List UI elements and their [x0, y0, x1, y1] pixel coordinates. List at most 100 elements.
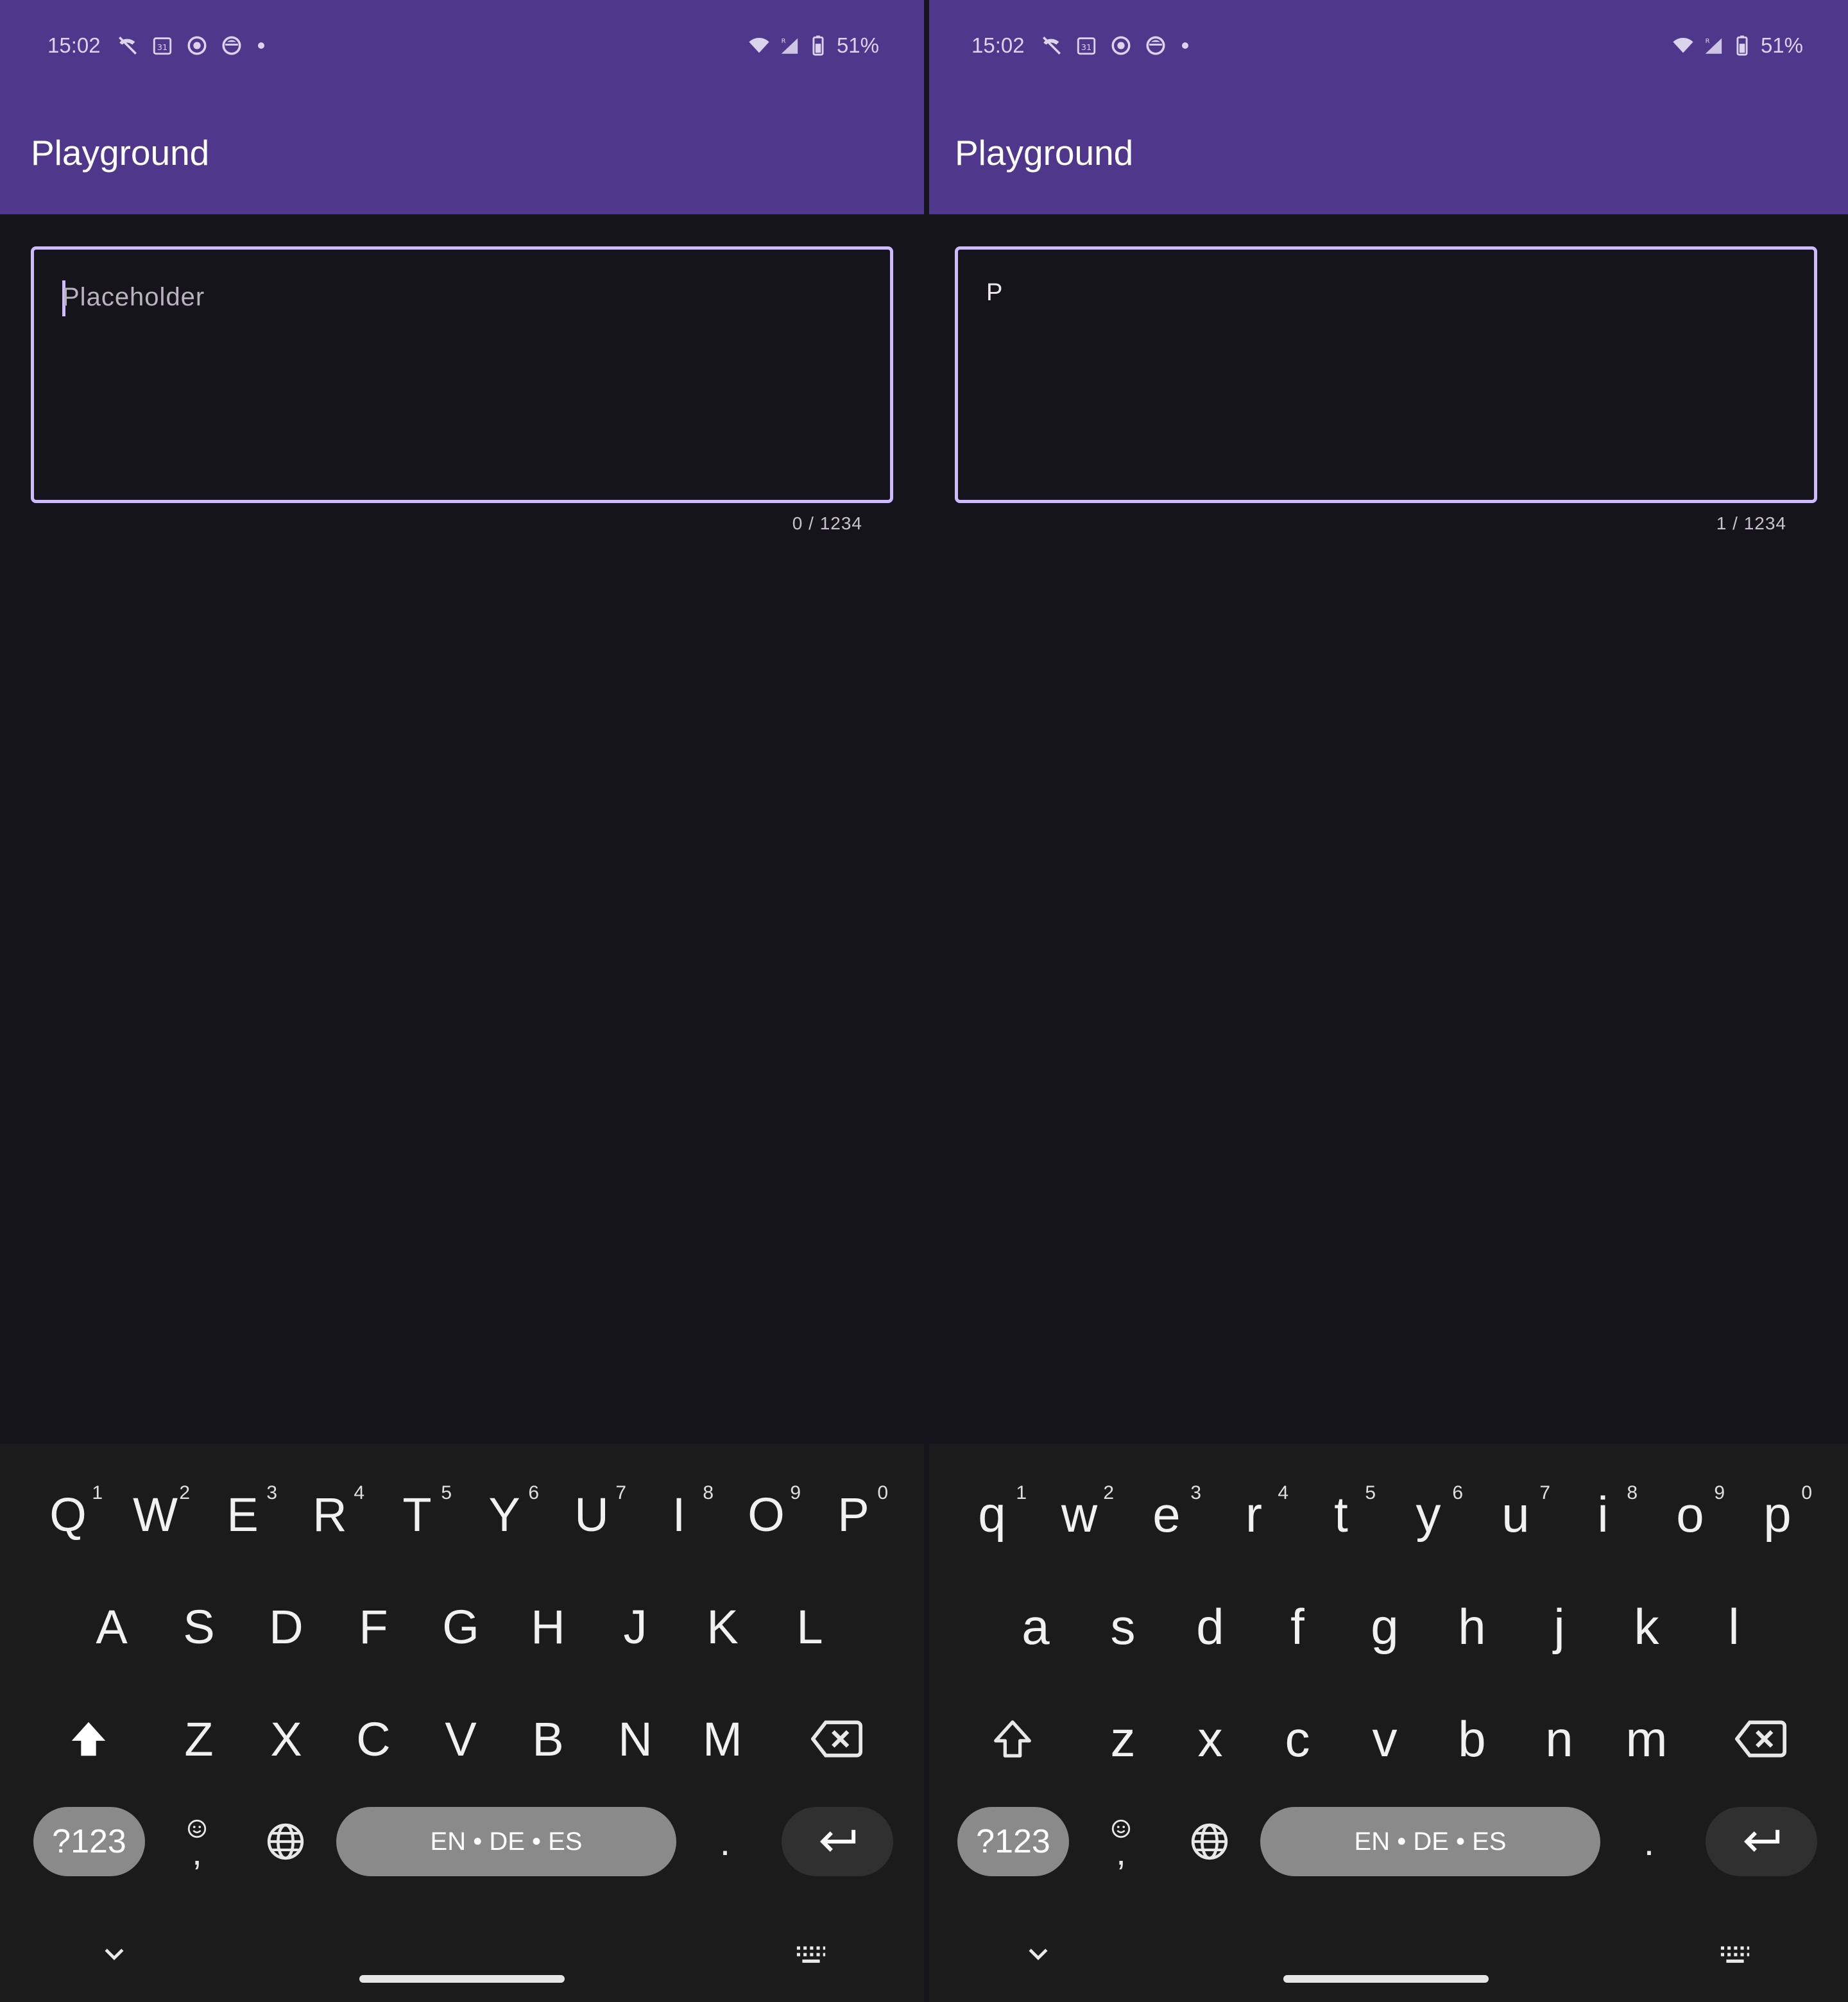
key-y[interactable]: Y6: [461, 1463, 548, 1566]
period-key[interactable]: .: [1623, 1810, 1675, 1874]
backspace-icon: [1735, 1720, 1786, 1758]
key-z[interactable]: Z: [155, 1688, 243, 1790]
key-l[interactable]: l: [1690, 1575, 1777, 1678]
key-x[interactable]: x: [1167, 1688, 1254, 1790]
status-bar: 15:02 31 R 51%: [0, 0, 924, 95]
keyboard-row-2: A S D F G H J K L: [0, 1575, 924, 1678]
key-k[interactable]: K: [679, 1575, 766, 1678]
key-q[interactable]: Q1: [24, 1463, 112, 1566]
key-j[interactable]: J: [592, 1575, 679, 1678]
key-m[interactable]: M: [679, 1688, 766, 1790]
key-h[interactable]: H: [504, 1575, 592, 1678]
key-d[interactable]: d: [1167, 1575, 1254, 1678]
key-e[interactable]: e3: [1123, 1463, 1210, 1566]
key-v[interactable]: V: [417, 1688, 504, 1790]
globe-icon: [1191, 1823, 1228, 1860]
key-i[interactable]: i8: [1559, 1463, 1647, 1566]
comma-emoji-key[interactable]: ,: [1092, 1803, 1150, 1880]
key-z[interactable]: z: [1079, 1688, 1167, 1790]
key-i[interactable]: I8: [635, 1463, 723, 1566]
notification-icons: 31: [1041, 35, 1188, 56]
key-r[interactable]: r4: [1210, 1463, 1297, 1566]
keyboard-switcher-icon[interactable]: [796, 1944, 826, 1966]
key-q[interactable]: q1: [948, 1463, 1036, 1566]
key-l[interactable]: L: [766, 1575, 853, 1678]
screen-left: 15:02 31 R 51% Playground Placeholder 0 …: [0, 0, 924, 2002]
app-title: Playground: [31, 133, 210, 173]
key-p[interactable]: P0: [810, 1463, 897, 1566]
key-w[interactable]: w2: [1036, 1463, 1123, 1566]
shift-key[interactable]: [969, 1688, 1056, 1790]
backspace-key[interactable]: [1717, 1688, 1804, 1790]
key-g[interactable]: g: [1341, 1575, 1428, 1678]
key-v[interactable]: v: [1341, 1688, 1428, 1790]
key-f[interactable]: F: [330, 1575, 417, 1678]
text-input-field[interactable]: Placeholder: [31, 246, 893, 503]
key-c[interactable]: C: [330, 1688, 417, 1790]
signal-icon: R: [1705, 38, 1722, 54]
character-counter: 1 / 1234: [1716, 513, 1786, 533]
backspace-icon: [811, 1720, 862, 1758]
hide-keyboard-chevron-icon[interactable]: [100, 1940, 128, 1969]
key-n[interactable]: n: [1516, 1688, 1603, 1790]
shift-key[interactable]: [45, 1688, 132, 1790]
language-key[interactable]: [1181, 1810, 1238, 1874]
key-m[interactable]: m: [1603, 1688, 1690, 1790]
app-icon: [222, 36, 241, 55]
key-g[interactable]: G: [417, 1575, 504, 1678]
symbols-key[interactable]: ?123: [957, 1807, 1069, 1876]
key-o[interactable]: O9: [723, 1463, 810, 1566]
language-key[interactable]: [257, 1810, 314, 1874]
key-e[interactable]: E3: [199, 1463, 286, 1566]
wifi-icon: [749, 37, 769, 53]
shift-icon: [71, 1722, 106, 1756]
key-n[interactable]: N: [592, 1688, 679, 1790]
space-bar[interactable]: EN • DE • ES: [336, 1807, 676, 1876]
key-t[interactable]: T5: [373, 1463, 461, 1566]
key-u[interactable]: u7: [1472, 1463, 1559, 1566]
calendar-icon: 31: [1077, 37, 1096, 55]
text-input-field[interactable]: P: [955, 246, 1817, 503]
key-p[interactable]: p0: [1734, 1463, 1821, 1566]
key-o[interactable]: o9: [1647, 1463, 1734, 1566]
space-bar[interactable]: EN • DE • ES: [1260, 1807, 1600, 1876]
key-d[interactable]: D: [243, 1575, 330, 1678]
system-icons: R 51%: [1672, 33, 1803, 58]
enter-key[interactable]: [1706, 1807, 1817, 1876]
key-r[interactable]: R4: [286, 1463, 373, 1566]
key-s[interactable]: S: [155, 1575, 243, 1678]
battery-percent: 51%: [836, 33, 879, 57]
key-t[interactable]: t5: [1297, 1463, 1385, 1566]
globe-icon: [267, 1823, 304, 1860]
sync-icon: [187, 36, 207, 55]
period-key[interactable]: .: [699, 1810, 751, 1874]
svg-text:R: R: [1706, 38, 1710, 45]
gesture-handle[interactable]: [359, 1975, 565, 1983]
key-w[interactable]: W2: [112, 1463, 199, 1566]
key-b[interactable]: b: [1428, 1688, 1516, 1790]
key-j[interactable]: j: [1516, 1575, 1603, 1678]
keyboard-switcher-icon[interactable]: [1720, 1944, 1750, 1966]
key-b[interactable]: B: [504, 1688, 592, 1790]
symbols-key[interactable]: ?123: [33, 1807, 145, 1876]
key-a[interactable]: a: [992, 1575, 1079, 1678]
key-k[interactable]: k: [1603, 1575, 1690, 1678]
enter-icon: [819, 1829, 856, 1852]
keyboard-row-3: Z X C V B N M: [0, 1688, 924, 1790]
key-u[interactable]: U7: [548, 1463, 635, 1566]
svg-text:31: 31: [157, 43, 167, 53]
key-s[interactable]: s: [1079, 1575, 1167, 1678]
key-a[interactable]: A: [68, 1575, 155, 1678]
key-f[interactable]: f: [1254, 1575, 1341, 1678]
comma-emoji-key[interactable]: ,: [168, 1803, 226, 1880]
gesture-handle[interactable]: [1283, 1975, 1489, 1983]
keyboard-row-1: Q1 W2 E3 R4 T5 Y6 U7 I8 O9 P0: [0, 1463, 924, 1566]
hide-keyboard-chevron-icon[interactable]: [1024, 1940, 1052, 1969]
backspace-key[interactable]: [793, 1688, 880, 1790]
key-y[interactable]: y6: [1385, 1463, 1472, 1566]
key-h[interactable]: h: [1428, 1575, 1516, 1678]
key-x[interactable]: X: [243, 1688, 330, 1790]
enter-key[interactable]: [782, 1807, 893, 1876]
key-c[interactable]: c: [1254, 1688, 1341, 1790]
screen-right: 15:02 31 R 51% Playground P 1 / 1234 q1 …: [924, 0, 1848, 2002]
